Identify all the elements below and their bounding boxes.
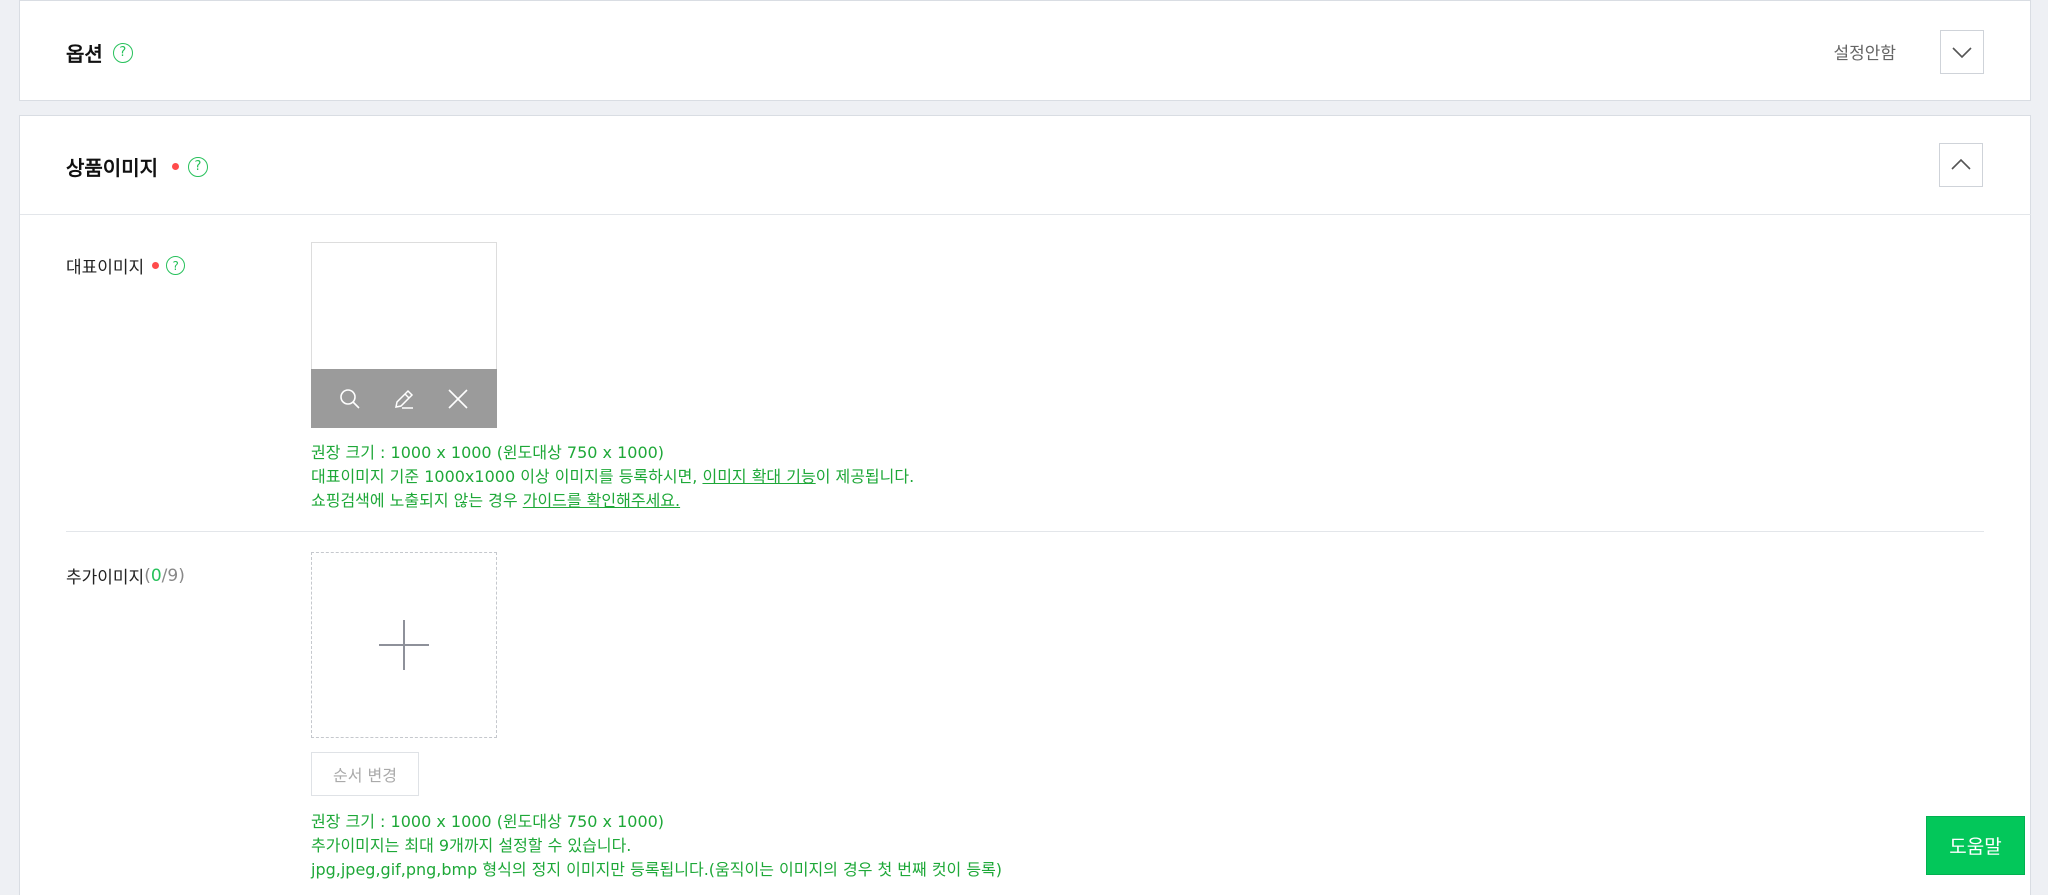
image-zoom-feature-link[interactable]: 이미지 확대 기능 bbox=[702, 467, 815, 486]
zoom-button[interactable] bbox=[334, 383, 366, 415]
representative-image-label-text: 대표이미지 bbox=[66, 258, 145, 278]
product-image-title-text: 상품이미지 bbox=[66, 156, 158, 180]
image-count-current: 0 bbox=[150, 565, 162, 586]
product-image-title: 상품이미지 ? bbox=[66, 152, 208, 181]
guide-line: jpg,jpeg,gif,png,bmp 형식의 정지 이미지만 등록됩니다.(… bbox=[311, 860, 1003, 879]
close-icon bbox=[448, 388, 468, 409]
product-image-collapse-button[interactable] bbox=[1939, 143, 1983, 187]
guide-line: 권장 크기 : 1000 x 1000 (윈도대상 750 x 1000) bbox=[311, 812, 665, 831]
representative-image-guide: 권장 크기 : 1000 x 1000 (윈도대상 750 x 1000) 대표… bbox=[311, 441, 914, 513]
guide-line: 추가이미지는 최대 9개까지 설정할 수 있습니다. bbox=[311, 836, 632, 855]
help-button[interactable]: 도움말 bbox=[1926, 816, 2025, 875]
option-title: 옵션 ? bbox=[66, 38, 133, 67]
search-icon bbox=[340, 388, 360, 409]
option-title-text: 옵션 bbox=[66, 42, 103, 66]
guide-line: 쇼핑검색에 노출되지 않는 경우 가이드를 확인해주세요. bbox=[311, 489, 914, 513]
delete-button[interactable] bbox=[442, 383, 474, 415]
field-divider bbox=[66, 531, 1984, 532]
representative-image-label: 대표이미지 ? bbox=[66, 253, 186, 278]
required-dot bbox=[152, 262, 160, 269]
additional-image-label: 추가이미지 (0/9) bbox=[66, 563, 185, 589]
option-section: 옵션 ? 설정안함 bbox=[19, 0, 2031, 101]
plus-icon bbox=[379, 620, 429, 670]
guide-line: 권장 크기 : 1000 x 1000 (윈도대상 750 x 1000) bbox=[311, 443, 665, 462]
section-divider bbox=[20, 214, 2031, 215]
option-expand-button[interactable] bbox=[1940, 30, 1984, 74]
guide-text: 대표이미지 기준 1000x1000 이상 이미지를 등록하시면, bbox=[311, 467, 703, 486]
guide-link[interactable]: 가이드를 확인해주세요. bbox=[523, 491, 680, 510]
question-circle-icon[interactable]: ? bbox=[112, 42, 133, 63]
edit-button[interactable] bbox=[388, 383, 420, 415]
required-dot bbox=[172, 163, 179, 170]
guide-text: 쇼핑검색에 노출되지 않는 경우 bbox=[311, 491, 523, 510]
option-status: 설정안함 bbox=[1833, 44, 1896, 64]
image-count: (0/9) bbox=[144, 565, 185, 586]
image-toolbar bbox=[311, 369, 497, 428]
edit-icon bbox=[395, 389, 414, 409]
chevron-down-icon bbox=[1952, 47, 1972, 59]
question-circle-icon[interactable]: ? bbox=[188, 156, 208, 177]
add-image-button[interactable] bbox=[311, 552, 497, 738]
change-order-button[interactable]: 순서 변경 bbox=[311, 752, 419, 796]
additional-image-guide: 권장 크기 : 1000 x 1000 (윈도대상 750 x 1000) 추가… bbox=[311, 810, 1002, 882]
guide-text: 이 제공됩니다. bbox=[815, 467, 915, 486]
chevron-up-icon bbox=[1951, 158, 1971, 170]
representative-image-preview bbox=[311, 242, 497, 428]
guide-line: 대표이미지 기준 1000x1000 이상 이미지를 등록하시면, 이미지 확대… bbox=[311, 465, 914, 489]
question-circle-icon[interactable]: ? bbox=[166, 256, 186, 275]
additional-image-label-text: 추가이미지 bbox=[66, 568, 145, 588]
